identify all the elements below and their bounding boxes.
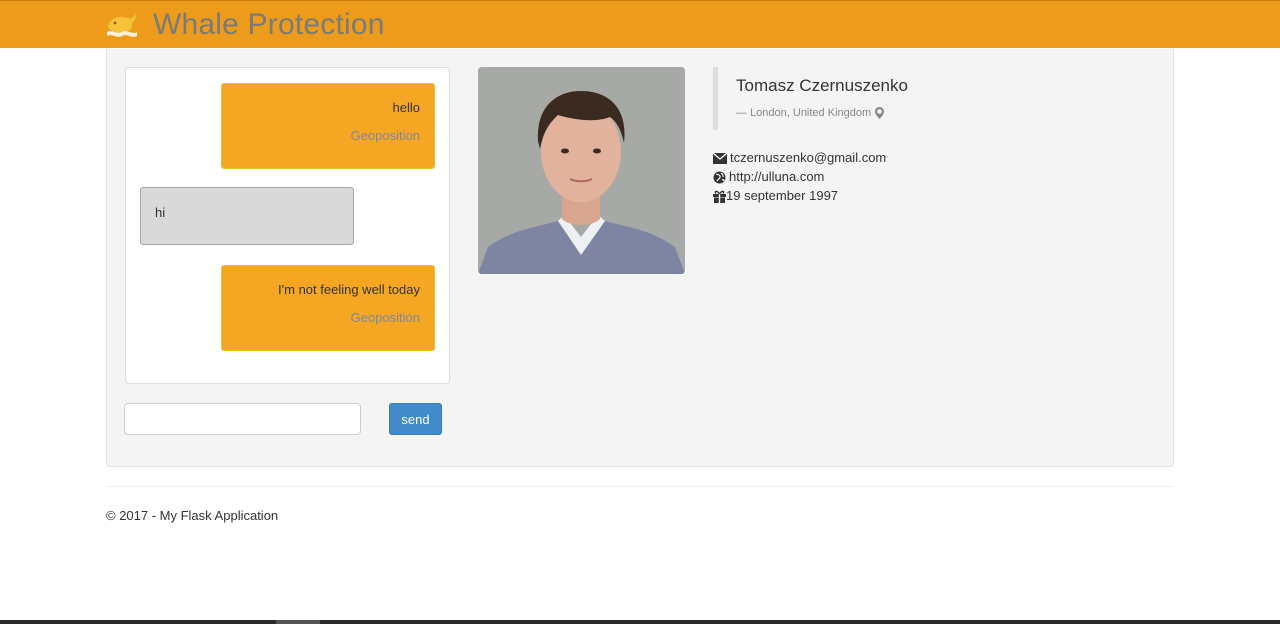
window-edge-marker: [276, 620, 320, 624]
message-text: hello: [392, 100, 420, 115]
envelope-icon: [713, 152, 727, 164]
message-text: hi: [155, 205, 166, 220]
profile-quote-bar: [713, 67, 718, 130]
geoposition-link[interactable]: Geoposition: [236, 128, 420, 144]
profile-name: Tomasz Czernuszenko: [736, 76, 908, 95]
send-button[interactable]: send: [389, 403, 442, 435]
website-text[interactable]: http://ulluna.com: [729, 169, 824, 185]
footer-divider: [106, 486, 1174, 487]
brand[interactable]: Whale Protection: [105, 8, 385, 42]
chat-message-other: hi: [140, 187, 354, 245]
app-title: Whale Protection: [153, 8, 385, 41]
email-text[interactable]: tczernuszenko@gmail.com: [730, 150, 886, 166]
map-marker-icon: [875, 107, 885, 119]
location-text: — London, United Kingdom: [736, 107, 872, 119]
top-navbar: Whale Protection: [0, 0, 1280, 48]
birthday-text: 19 september 1997: [726, 188, 839, 203]
globe-icon: [713, 171, 726, 183]
profile-website: http://ulluna.com: [713, 169, 824, 185]
whale-logo-icon: [107, 14, 137, 37]
profile-location: — London, United Kingdom: [736, 106, 885, 120]
chat-message-mine: hello Geoposition: [221, 83, 435, 169]
profile-email: tczernuszenko@gmail.com: [713, 150, 886, 166]
profile-photo: [478, 67, 685, 274]
chat-box: hello Geoposition hi I'm not feeling wel…: [125, 67, 450, 384]
geoposition-link[interactable]: Geoposition: [236, 310, 420, 326]
window-bottom-edge: [0, 620, 1280, 624]
footer-text: © 2017 - My Flask Application: [106, 508, 279, 523]
profile-birthday: 19 september 1997: [713, 188, 838, 204]
message-input[interactable]: [124, 403, 361, 435]
message-text: I'm not feeling well today: [278, 282, 420, 297]
chat-message-mine: I'm not feeling well today Geoposition: [221, 265, 435, 351]
gift-icon: [713, 190, 726, 203]
